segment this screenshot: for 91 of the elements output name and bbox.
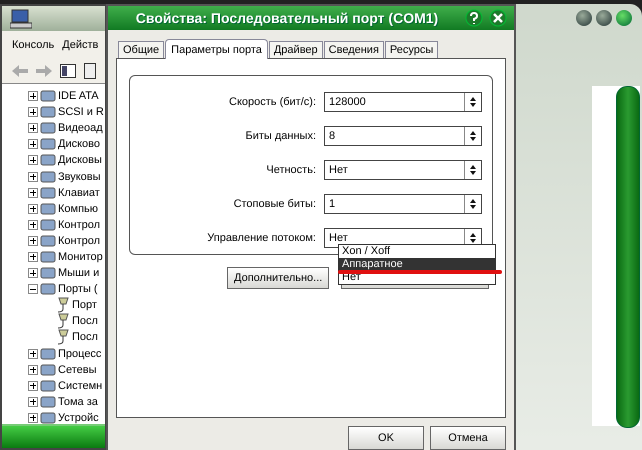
expander-box[interactable] [28, 204, 38, 214]
expander-box[interactable] [28, 396, 38, 407]
device-icon [40, 394, 56, 409]
tree-item[interactable]: Контрол [58, 218, 100, 231]
tree-item[interactable]: Посл [72, 315, 98, 328]
device-icon [40, 170, 56, 184]
properties-icon[interactable] [84, 63, 96, 79]
tree-item[interactable]: Клавиат [58, 186, 100, 199]
expander-box[interactable] [28, 380, 38, 391]
window-title: Свойства: Последовательный порт (COM1) [134, 10, 440, 26]
maximize-button[interactable] [596, 10, 612, 26]
menu-item[interactable]: Действ [62, 39, 98, 51]
device-icon [40, 362, 56, 377]
tree-item[interactable]: Звуковы [58, 170, 101, 183]
field-label: Четность: [266, 164, 316, 176]
tree-item[interactable]: Сетевы [58, 364, 96, 376]
select-field[interactable]: 8 [324, 126, 482, 146]
expander-box[interactable] [28, 188, 38, 198]
tree-item[interactable]: Посл [72, 331, 98, 344]
expander-box[interactable] [28, 107, 38, 118]
port-icon [56, 313, 70, 330]
expander-box[interactable] [28, 236, 38, 246]
advanced-button[interactable]: Дополнительно... [227, 267, 330, 289]
tab[interactable]: Ресурсы [384, 41, 438, 58]
tree-item[interactable]: Тома за [58, 396, 98, 408]
expander-box[interactable] [28, 284, 38, 294]
tab[interactable]: Сведения [324, 41, 384, 58]
device-icon [40, 266, 56, 280]
expander-box[interactable] [28, 268, 38, 278]
device-icon [40, 105, 56, 120]
tree-item[interactable]: Компью [58, 202, 98, 215]
tree-item[interactable]: Видеоад [58, 122, 103, 134]
device-icon [40, 282, 56, 296]
device-icon [40, 121, 56, 136]
port-icon [56, 297, 70, 314]
device-icon [40, 378, 56, 393]
dropdown-option[interactable]: Аппаратное [339, 258, 495, 271]
help-button[interactable] [464, 8, 484, 28]
tree-item[interactable]: Дисковы [58, 154, 102, 166]
tab[interactable]: Общие [118, 41, 164, 58]
device-icon [40, 410, 56, 424]
select-field[interactable]: 1 [324, 194, 482, 214]
cancel-button[interactable]: Отмена [430, 426, 506, 450]
port-icon [56, 329, 70, 346]
expander-box[interactable] [28, 91, 38, 102]
tree-item[interactable]: Системн [58, 380, 102, 392]
expander-box[interactable] [28, 220, 38, 230]
device-icon [40, 137, 56, 152]
tree-item[interactable]: Мыши и [58, 267, 100, 280]
expander-box[interactable] [28, 155, 38, 166]
computer-icon [10, 8, 32, 28]
device-icon [40, 89, 56, 104]
tree-item[interactable]: IDE ATA [58, 90, 99, 102]
ok-button[interactable]: OK [348, 426, 424, 450]
tab[interactable]: Драйвер [268, 41, 323, 58]
minimize-button[interactable] [576, 10, 592, 26]
scrollbar[interactable] [616, 86, 640, 428]
tree-item[interactable]: Дисково [58, 138, 100, 150]
device-icon [40, 153, 56, 168]
expander-box[interactable] [28, 123, 38, 134]
tree-item[interactable]: Контрол [58, 234, 100, 247]
tree-item[interactable]: Порты ( [58, 283, 98, 296]
dropdown-option[interactable]: Xon / Xoff [339, 245, 495, 258]
device-icon [40, 202, 56, 216]
menu-item[interactable]: Консоль [12, 39, 54, 51]
expander-box[interactable] [28, 364, 38, 375]
field-label: Биты данных: [245, 130, 316, 142]
tree-item[interactable]: Монитор [58, 250, 103, 263]
expander-box[interactable] [28, 139, 38, 150]
tree-item[interactable]: Порт [72, 299, 97, 312]
field-label: Управление потоком: [207, 232, 316, 244]
expander-box[interactable] [28, 348, 38, 359]
field-label: Скорость (бит/с): [229, 96, 316, 108]
expander-box[interactable] [28, 412, 38, 423]
close-button[interactable] [488, 8, 508, 28]
tree-item[interactable]: Процесс [58, 348, 102, 360]
device-icon [40, 250, 56, 264]
close-button[interactable] [616, 10, 632, 26]
device-icon [40, 218, 56, 232]
tree-item[interactable]: SCSI и R [58, 106, 104, 118]
tree-item[interactable]: Устройс [58, 412, 99, 424]
device-icon [40, 346, 56, 361]
expander-box[interactable] [28, 172, 38, 182]
tab[interactable]: Параметры порта [165, 39, 268, 59]
expander-box[interactable] [28, 252, 38, 262]
field-label: Стоповые биты: [234, 198, 316, 210]
device-icon [40, 234, 56, 248]
panel-icon[interactable] [60, 64, 76, 78]
select-field[interactable]: Нет [324, 160, 482, 180]
device-icon [40, 186, 56, 200]
select-field[interactable]: 128000 [324, 92, 482, 112]
